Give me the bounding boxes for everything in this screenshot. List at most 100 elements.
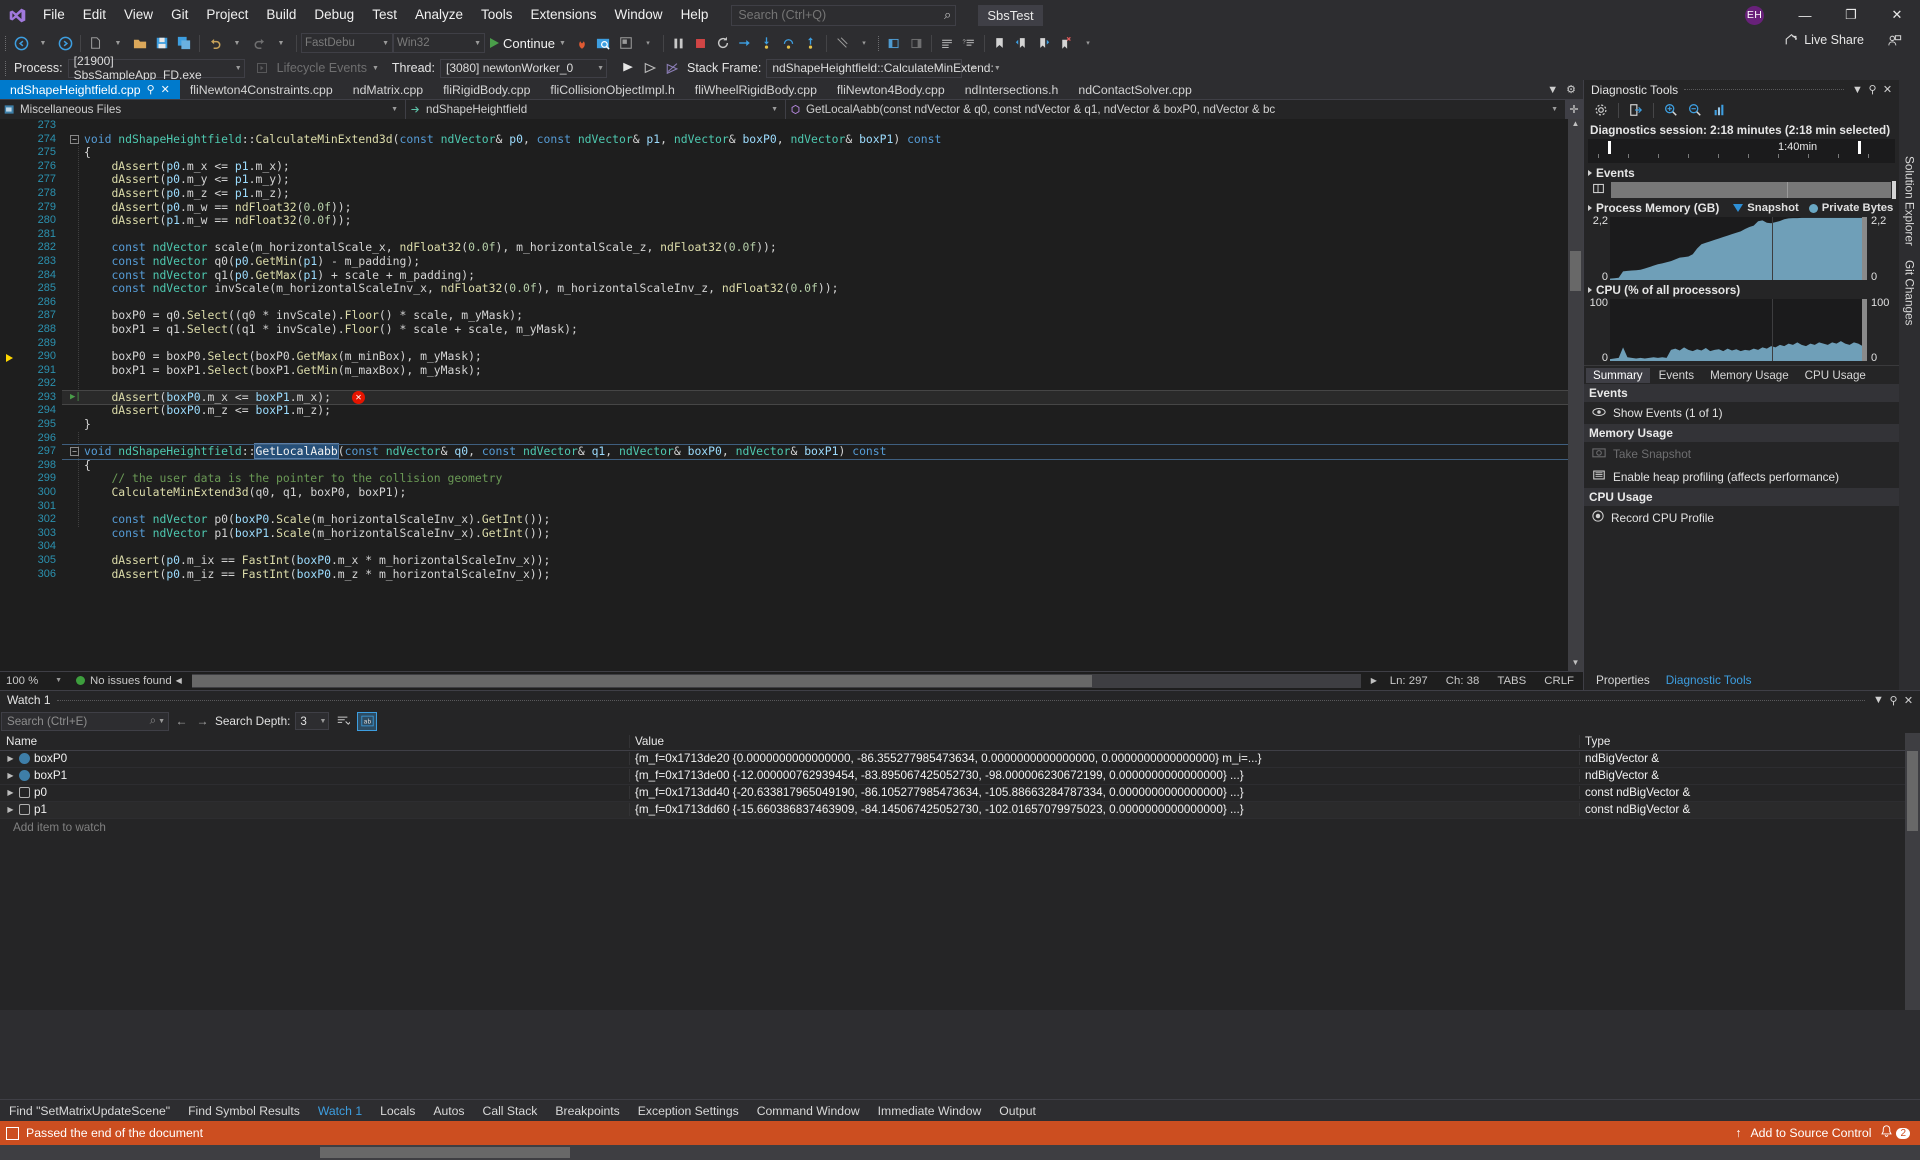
sort-columns-icon[interactable] — [333, 712, 353, 731]
live-share-button[interactable]: Live Share — [1784, 33, 1864, 47]
menu-tools[interactable]: Tools — [472, 0, 522, 30]
navigate-backward-icon[interactable] — [10, 32, 32, 54]
tab-call-stack[interactable]: Call Stack — [474, 1100, 547, 1122]
events-track[interactable] — [1611, 181, 1896, 199]
tab-output[interactable]: Output — [990, 1100, 1045, 1122]
tab-find-symbol-results[interactable]: Find Symbol Results — [179, 1100, 309, 1122]
code-line[interactable]: const ndVector p0(boxP0.Scale(m_horizont… — [62, 512, 1568, 527]
code-line[interactable]: void ndShapeHeightfield::CalculateMinExt… — [62, 132, 1568, 147]
watch-search-input[interactable]: Search (Ctrl+E) ⌕ ▼ — [1, 711, 169, 731]
maximize-button[interactable]: ❐ — [1828, 0, 1874, 30]
scrollbar-thumb[interactable] — [320, 1147, 570, 1158]
code-line[interactable] — [62, 500, 1568, 514]
undo-icon[interactable] — [204, 32, 226, 54]
hot-reload-icon[interactable] — [571, 32, 593, 54]
tab-locals[interactable]: Locals — [371, 1100, 424, 1122]
table-row[interactable]: ▶ p1 {m_f=0x1713dd60 {-15.66038683746390… — [0, 801, 1905, 819]
show-next-statement-icon[interactable] — [734, 32, 756, 54]
menu-test[interactable]: Test — [363, 0, 406, 30]
code-line[interactable] — [62, 228, 1568, 242]
scrollbar-thumb[interactable] — [1570, 251, 1581, 291]
attach-debugger-icon[interactable] — [593, 32, 615, 54]
tab-exception-settings[interactable]: Exception Settings — [629, 1100, 748, 1122]
lifecycle-events-icon[interactable] — [251, 57, 273, 79]
expand-triangle-icon[interactable]: ▶ — [6, 754, 15, 763]
platform-select[interactable]: Win32 ▼ — [393, 33, 485, 53]
code-line[interactable]: boxP1 = q1.Select((q1 * invScale).Floor(… — [62, 322, 1568, 337]
pin-icon[interactable]: ⚲ — [1865, 83, 1880, 96]
scrollbar-thumb[interactable] — [1907, 750, 1918, 831]
collapse-outline-icon[interactable]: − — [70, 447, 79, 457]
code-line[interactable]: const ndVector p1(boxP1.Scale(m_horizont… — [62, 526, 1568, 541]
issues-indicator[interactable]: No issues found — [62, 675, 172, 687]
table-row[interactable]: ▶ boxP1 {m_f=0x1713de00 {-12.00000076293… — [0, 768, 1905, 785]
navigate-forward-icon[interactable] — [54, 32, 76, 54]
watch-name-cell[interactable]: ▶ p1 — [0, 803, 630, 817]
code-line[interactable]: dAssert(p0.m_x <= p1.m_x); — [62, 159, 1568, 174]
hscroll-right-arrow-icon[interactable]: ▶ — [1367, 676, 1381, 685]
zoom-out-icon[interactable] — [1684, 100, 1706, 120]
close-icon[interactable]: ✕ — [1901, 694, 1916, 707]
scroll-up-arrow-icon[interactable]: ▲ — [1568, 119, 1583, 132]
close-button[interactable]: ✕ — [1874, 0, 1920, 30]
toolbar-overflow-icon[interactable]: ▾ — [637, 32, 659, 54]
show-events-row[interactable]: Show Events (1 of 1) — [1584, 402, 1899, 424]
hscroll-left-arrow-icon[interactable]: ◀ — [172, 676, 186, 685]
menu-edit[interactable]: Edit — [74, 0, 115, 30]
comment-lines-icon[interactable] — [936, 32, 958, 54]
solution-explorer-tab[interactable]: Solution Explorer — [1903, 156, 1917, 246]
bookmark-overflow-icon[interactable]: ▾ — [1077, 32, 1099, 54]
redo-dropdown-icon[interactable]: ▼ — [270, 32, 292, 54]
break-all-icon[interactable] — [668, 32, 690, 54]
code-line[interactable]: // the user data is the pointer to the c… — [62, 472, 1568, 486]
watch-name-cell[interactable]: ▶ boxP0 — [0, 752, 630, 766]
tab-find-setmatrixupdatescene[interactable]: Find "SetMatrixUpdateScene" — [0, 1100, 179, 1122]
avatar[interactable]: EH — [1745, 5, 1764, 25]
tab-fliNewton4Constraints-cpp[interactable]: fliNewton4Constraints.cpp — [180, 80, 343, 99]
enable-heap-profiling-row[interactable]: Enable heap profiling (affects performan… — [1584, 465, 1899, 488]
stop-debugging-icon[interactable] — [690, 32, 712, 54]
undo-dropdown-icon[interactable]: ▼ — [226, 32, 248, 54]
step-into-icon[interactable] — [756, 32, 778, 54]
tab-fliNewton4Body-cpp[interactable]: fliNewton4Body.cpp — [827, 80, 955, 99]
expand-triangle-icon[interactable]: ▶ — [6, 771, 15, 780]
code-line[interactable]: dAssert(p0.m_y <= p1.m_y); — [62, 173, 1568, 187]
code-editor[interactable]: 273 274 275 276 277 278 279 280 281 282 283 284 285 2… — [0, 119, 1583, 671]
open-file-icon[interactable] — [129, 32, 151, 54]
menu-help[interactable]: Help — [672, 0, 718, 30]
menu-debug[interactable]: Debug — [305, 0, 363, 30]
tab-settings-gear-icon[interactable]: ⚙ — [1566, 83, 1576, 96]
diag-tab-events[interactable]: Events — [1652, 368, 1701, 383]
error-marker-icon[interactable]: ✕ — [352, 390, 365, 404]
settings-gear-icon[interactable] — [1590, 100, 1612, 120]
next-bookmark-icon[interactable] — [1033, 32, 1055, 54]
minimize-button[interactable]: — — [1782, 0, 1828, 30]
code-line[interactable]: dAssert(p0.m_iz == FastInt(boxP0.m_z * m… — [62, 567, 1568, 582]
cpu-section-header[interactable]: CPU (% of all processors) — [1584, 280, 1899, 299]
table-row[interactable]: ▶ boxP0 {m_f=0x1713de20 {0.0000000000000… — [0, 751, 1905, 768]
diag-tab-memory-usage[interactable]: Memory Usage — [1703, 368, 1796, 383]
diagnostics-timeline[interactable]: 1:40min — [1588, 139, 1895, 163]
menu-extensions[interactable]: Extensions — [522, 0, 606, 30]
code-line[interactable]: { — [62, 145, 1568, 160]
expand-triangle-icon[interactable]: ▶ — [6, 805, 15, 814]
uncomment-lines-icon[interactable]: ? — [958, 32, 980, 54]
tab-immediate-window[interactable]: Immediate Window — [869, 1100, 991, 1122]
pin-icon[interactable]: ⚲ — [147, 83, 155, 96]
diag-tab-cpu-usage[interactable]: CPU Usage — [1798, 368, 1873, 383]
export-icon[interactable] — [1625, 100, 1647, 120]
watch-name-cell[interactable]: ▶ p0 — [0, 786, 630, 800]
breadcrumb-project[interactable]: Miscellaneous Files ▼ — [0, 100, 405, 119]
code-line[interactable] — [62, 296, 1568, 310]
menu-analyze[interactable]: Analyze — [406, 0, 472, 30]
code-line[interactable]: CalculateMinExtend3d(q0, q1, boxP0, boxP… — [62, 485, 1568, 500]
watch-value-cell[interactable]: {m_f=0x1713de00 {-12.000000762939454, -8… — [630, 769, 1580, 783]
code-line[interactable]: dAssert(p0.m_w == ndFloat32(0.0f)); — [62, 200, 1568, 215]
zoom-select[interactable]: 100 % ▼ — [0, 675, 62, 687]
git-changes-tab[interactable]: Git Changes — [1903, 260, 1917, 326]
code-line[interactable]: const ndVector scale(m_horizontalScale_x… — [62, 241, 1568, 255]
code-line[interactable] — [62, 377, 1568, 391]
column-header-value[interactable]: Value — [630, 734, 1580, 748]
toolbar-grip[interactable] — [2, 34, 10, 52]
previous-bookmark-icon[interactable] — [1011, 32, 1033, 54]
